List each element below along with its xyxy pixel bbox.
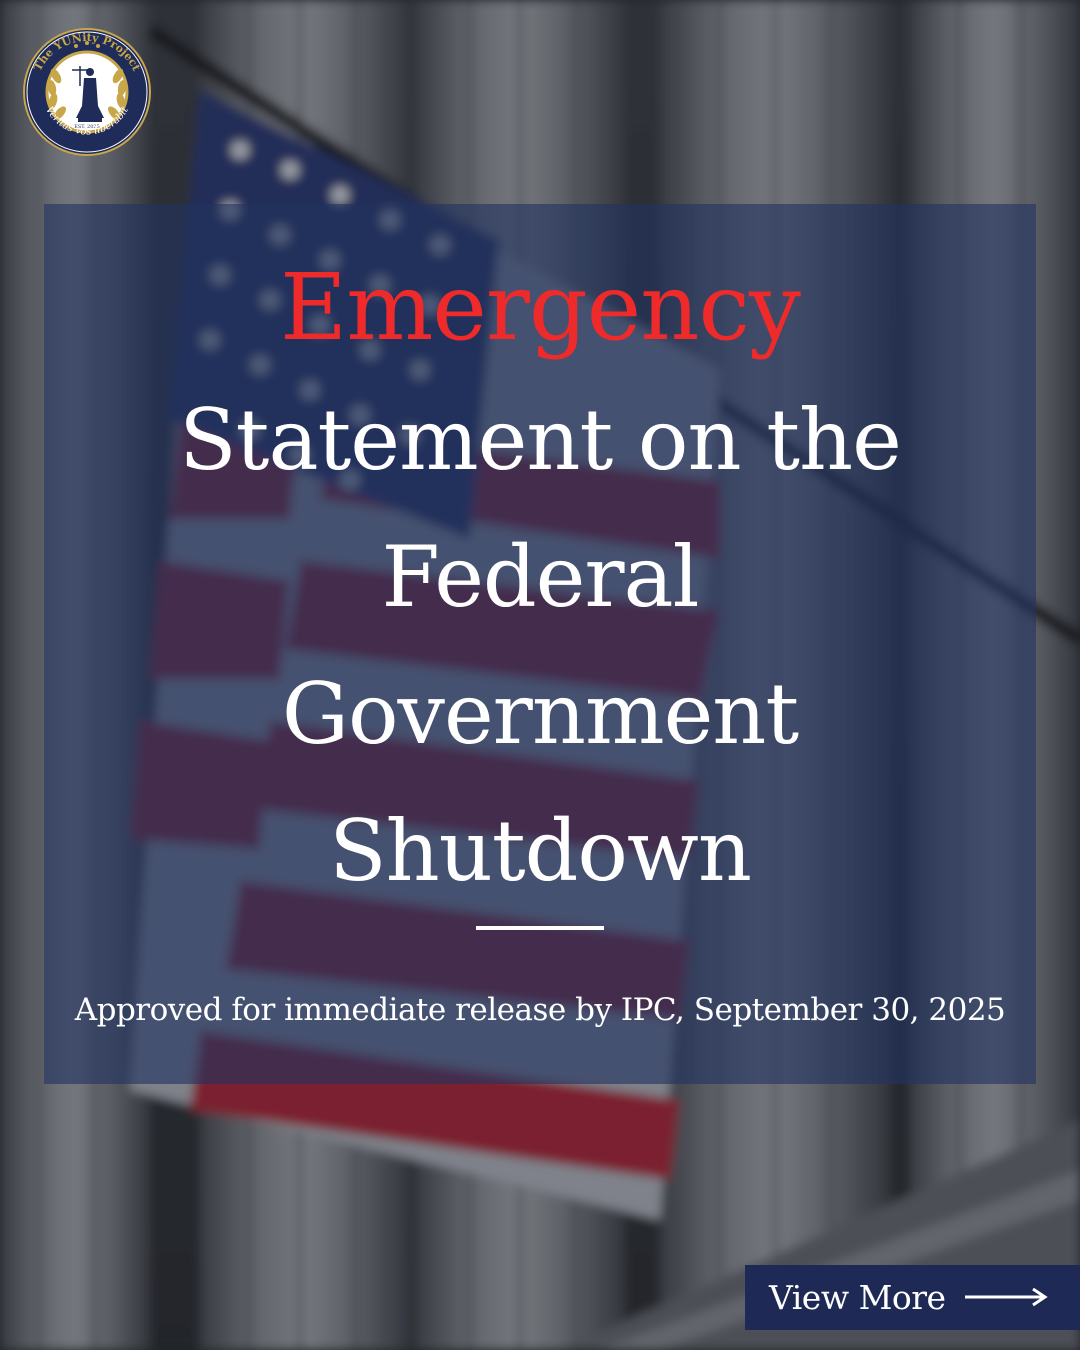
headline-line-1: Statement on the [179,391,902,489]
view-more-label: View More [769,1278,946,1317]
headline-line-3: Government [281,665,799,763]
headline: Emergency Statement on the Federal Gover… [44,244,1036,920]
organization-seal-logo: EST. 2025 The YUNity Project Veritas vos… [14,26,160,158]
arrow-right-icon [963,1286,1049,1308]
headline-line-2: Federal [381,528,700,626]
headline-panel: Emergency Statement on the Federal Gover… [44,204,1036,1084]
headline-line-4: Shutdown [329,802,752,900]
release-note: Approved for immediate release by IPC, S… [74,992,1006,1028]
headline-accent-word: Emergency [280,254,801,361]
view-more-button[interactable]: View More [745,1265,1080,1330]
social-post-card: EST. 2025 The YUNity Project Veritas vos… [0,0,1080,1350]
headline-divider [476,926,604,930]
